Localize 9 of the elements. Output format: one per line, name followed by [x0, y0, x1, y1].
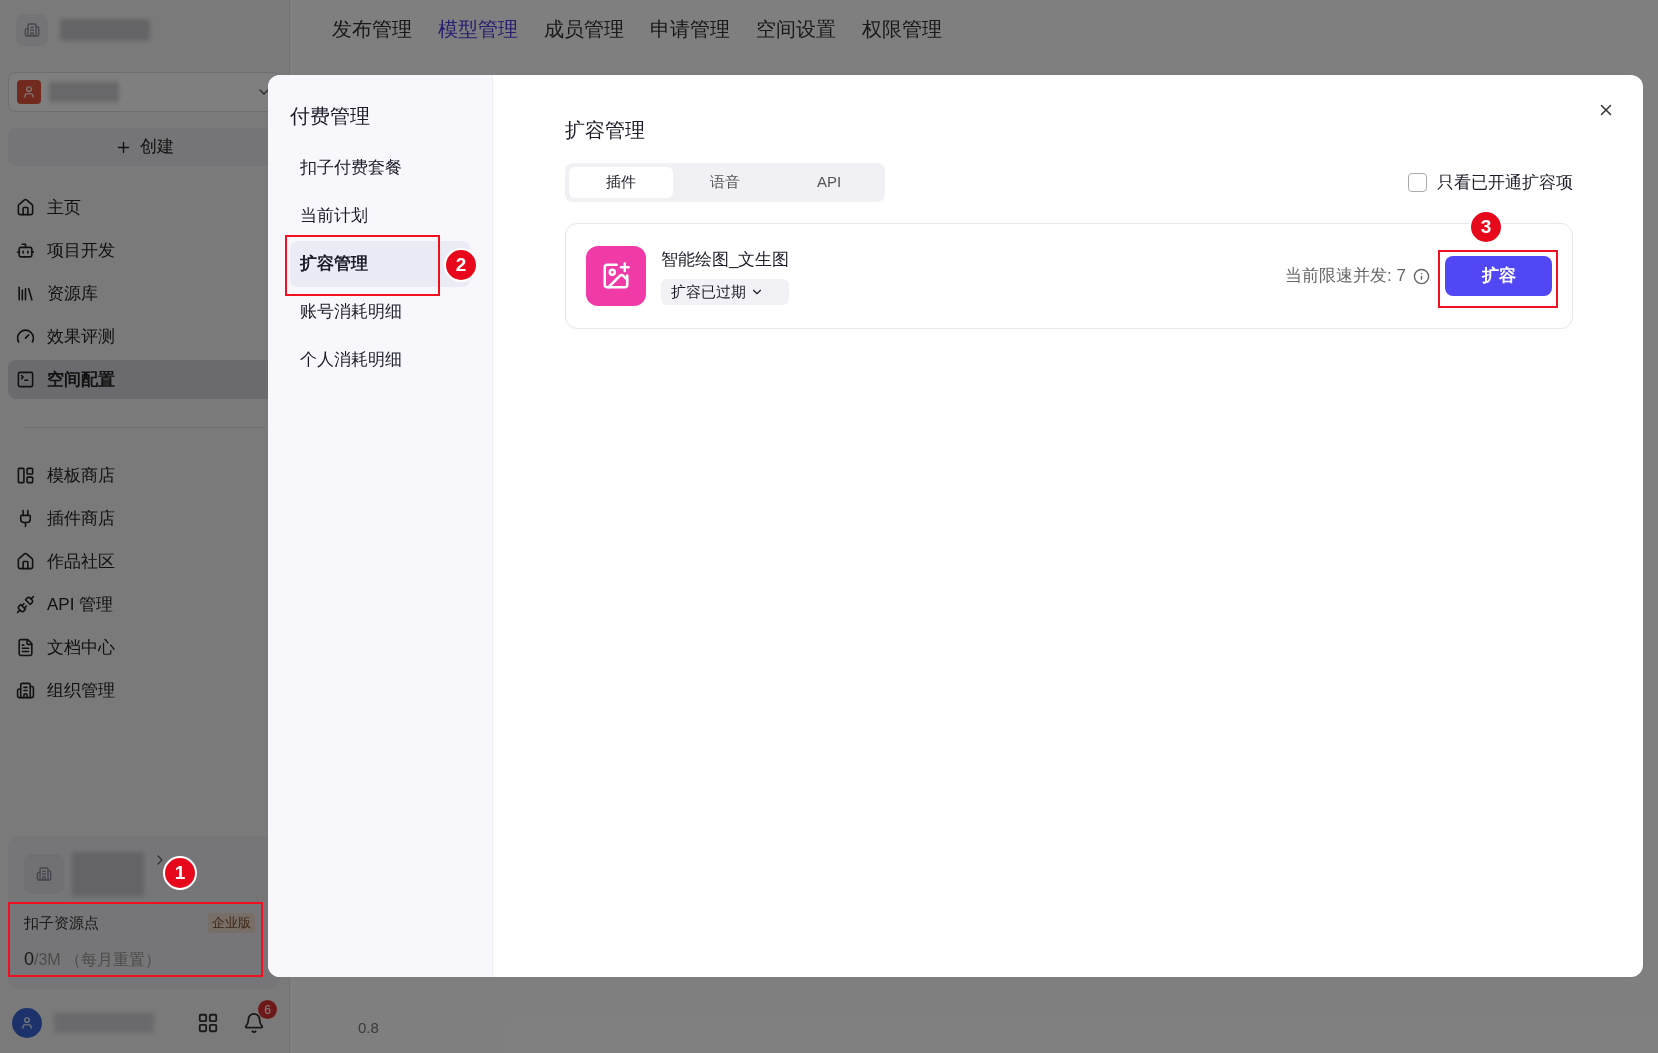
section-title: 扩容管理	[565, 118, 646, 143]
concurrency-limit: 当前限速并发: 7	[1285, 265, 1406, 288]
resource-title: 扣子资源点	[24, 912, 99, 933]
checkbox-label: 只看已开通扩容项	[1437, 171, 1573, 194]
axis-label: 0.8	[358, 1017, 380, 1038]
modal-title: 付费管理	[290, 104, 371, 129]
plugin-name: 智能绘图_文生图	[661, 249, 790, 272]
notification-badge: 6	[258, 1000, 277, 1019]
edition-badge: 企业版	[208, 913, 255, 933]
